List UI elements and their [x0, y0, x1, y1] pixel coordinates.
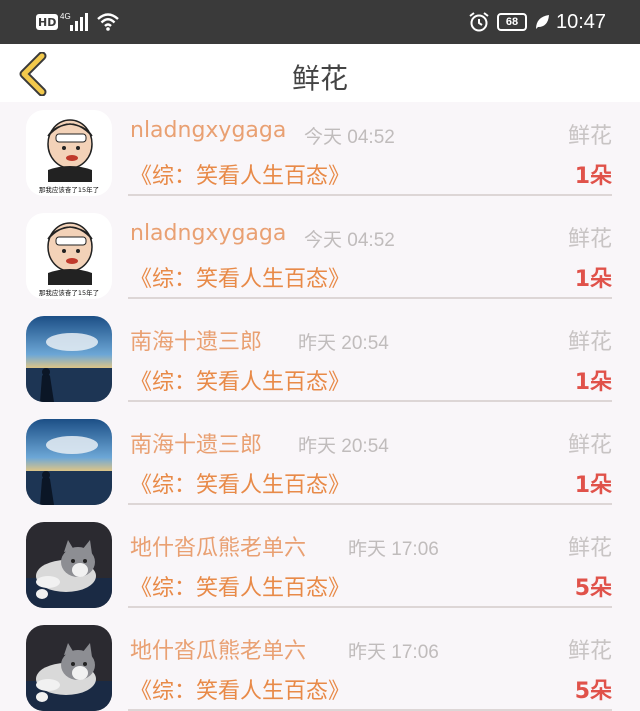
list-item[interactable]: 那我应该奋了15年了 nladngxygaga 今天 04:52 鲜花 《综：笑… [0, 205, 640, 308]
clock-time: 10:47 [556, 10, 607, 33]
leaf-icon [534, 0, 550, 44]
divider [128, 400, 612, 402]
divider [128, 194, 612, 196]
user-name[interactable]: nladngxygaga [130, 221, 286, 246]
battery-icon: 68 [497, 0, 527, 44]
story-title[interactable]: 《综：笑看人生百态》 [130, 261, 350, 293]
list-item[interactable]: 那我应该奋了15年了 nladngxygaga 今天 04:52 鲜花 《综：笑… [0, 102, 640, 205]
avatar-caption: 那我应该奋了15年了 [39, 185, 99, 194]
battery-level: 68 [497, 13, 527, 31]
gift-type: 鲜花 [567, 124, 612, 149]
gift-count: 1朵 [574, 370, 612, 395]
alarm-icon [468, 0, 490, 44]
user-name[interactable]: 南海十遗三郎 [130, 427, 262, 459]
timestamp: 今天 04:52 [304, 230, 395, 251]
timestamp: 今天 04:52 [304, 127, 395, 148]
avatar [26, 625, 112, 711]
avatar [26, 522, 112, 608]
gift-count: 1朵 [574, 164, 612, 189]
user-name[interactable]: nladngxygaga [130, 118, 286, 143]
list-item[interactable]: 地什沓瓜熊老单六 昨天 17:06 鲜花 《综：笑看人生百态》 5朵 [0, 617, 640, 711]
avatar [26, 419, 112, 505]
page-title: 鲜花 [291, 62, 348, 95]
timestamp: 昨天 20:54 [298, 333, 389, 354]
story-title[interactable]: 《综：笑看人生百态》 [130, 467, 350, 499]
story-title[interactable]: 《综：笑看人生百态》 [130, 570, 350, 602]
gift-type: 鲜花 [567, 639, 612, 664]
gift-count: 5朵 [574, 679, 612, 704]
story-title[interactable]: 《综：笑看人生百态》 [130, 158, 350, 190]
gift-count: 1朵 [574, 267, 612, 292]
gift-type: 鲜花 [567, 330, 612, 355]
wifi-icon [96, 0, 120, 44]
avatar: 那我应该奋了15年了 [26, 213, 112, 299]
user-name[interactable]: 地什沓瓜熊老单六 [130, 633, 306, 665]
list-item[interactable]: 地什沓瓜熊老单六 昨天 17:06 鲜花 《综：笑看人生百态》 5朵 [0, 514, 640, 617]
status-bar: HD 4G 68 10:47 [0, 0, 640, 44]
gift-type: 鲜花 [567, 227, 612, 252]
gift-count: 5朵 [574, 576, 612, 601]
timestamp: 昨天 17:06 [348, 539, 439, 560]
timestamp: 昨天 17:06 [348, 642, 439, 663]
avatar: 那我应该奋了15年了 [26, 110, 112, 196]
story-title[interactable]: 《综：笑看人生百态》 [130, 673, 350, 705]
user-name[interactable]: 南海十遗三郎 [130, 324, 262, 356]
timestamp: 昨天 20:54 [298, 436, 389, 457]
signal-icon: 4G [60, 0, 90, 44]
divider [128, 606, 612, 608]
avatar [26, 316, 112, 402]
avatar-caption: 那我应该奋了15年了 [39, 288, 99, 297]
gift-type: 鲜花 [567, 536, 612, 561]
gift-count: 1朵 [574, 473, 612, 498]
divider [128, 503, 612, 505]
story-title[interactable]: 《综：笑看人生百态》 [130, 364, 350, 396]
list-item[interactable]: 南海十遗三郎 昨天 20:54 鲜花 《综：笑看人生百态》 1朵 [0, 411, 640, 514]
network-type-label: 4G [60, 12, 71, 21]
nav-bar: 鲜花 [0, 44, 640, 102]
divider [128, 297, 612, 299]
hd-badge: HD [36, 14, 59, 30]
user-name[interactable]: 地什沓瓜熊老单六 [130, 530, 306, 562]
gift-type: 鲜花 [567, 433, 612, 458]
list-item[interactable]: 南海十遗三郎 昨天 20:54 鲜花 《综：笑看人生百态》 1朵 [0, 308, 640, 411]
